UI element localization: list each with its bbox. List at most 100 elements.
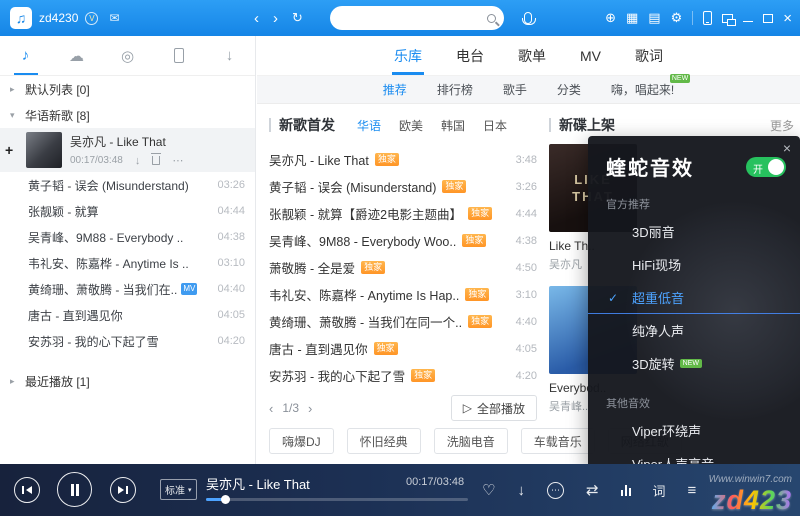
- genre-dj-button[interactable]: 嗨爆DJ: [269, 428, 334, 454]
- gift-icon[interactable]: ▤: [648, 10, 660, 26]
- list-item[interactable]: 吴青峰、9M88 - Everybody .. 04:38: [0, 224, 255, 250]
- tab-library[interactable]: 乐库: [394, 36, 422, 75]
- playlist-icon[interactable]: ≡: [688, 482, 697, 499]
- page-prev-icon[interactable]: ‹: [269, 401, 273, 416]
- effect-super-bass[interactable]: ✓ 超重低音: [588, 281, 800, 314]
- song-row[interactable]: 安苏羽 - 我的心下起了雪 独家 4:20: [269, 362, 537, 389]
- song-duration: 4:20: [510, 370, 537, 382]
- tab-device[interactable]: [153, 36, 204, 75]
- download-icon[interactable]: ↓: [517, 482, 525, 499]
- quality-selector[interactable]: 标准 ▾: [160, 479, 197, 500]
- username[interactable]: zd4230: [39, 11, 78, 25]
- list-item[interactable]: 韦礼安、陈嘉桦 - Anytime Is .. 03:10: [0, 250, 255, 276]
- playback-time: 00:17/03:48: [406, 476, 464, 488]
- tab-playlists[interactable]: 歌单: [518, 36, 546, 75]
- list-item[interactable]: 安苏羽 - 我的心下起了雪 04:20: [0, 328, 255, 354]
- subtab-category[interactable]: 分类: [557, 81, 581, 98]
- next-button[interactable]: [110, 477, 136, 503]
- phone-icon[interactable]: [703, 11, 712, 25]
- maximize-button[interactable]: [763, 14, 773, 23]
- filter-western[interactable]: 欧美: [399, 117, 423, 134]
- tab-local-music[interactable]: ♪: [0, 36, 51, 75]
- song-row[interactable]: 张靓颖 - 就算【爵迹2电影主题曲】 独家 4:44: [269, 200, 537, 227]
- search-icon[interactable]: [487, 14, 496, 23]
- play-pause-button[interactable]: [57, 472, 92, 507]
- tab-lyrics[interactable]: 歌词: [635, 36, 663, 75]
- subtab-sing[interactable]: 嗨，唱起来! NEW: [611, 81, 674, 98]
- effect-pure-vocal[interactable]: 纯净人声: [588, 314, 800, 347]
- add-icon[interactable]: ⊕: [605, 10, 616, 26]
- refresh-icon[interactable]: ↻: [292, 10, 303, 26]
- play-mode-icon[interactable]: ⇄: [586, 481, 599, 499]
- now-playing-row[interactable]: + 吴亦凡 - Like That 00:17/03:48 ↓ ⋯: [0, 128, 255, 172]
- song-row[interactable]: 萧敬腾 - 全是爱 独家 4:50: [269, 254, 537, 281]
- delete-icon[interactable]: [152, 156, 160, 165]
- app-logo-icon[interactable]: ♫: [10, 7, 32, 29]
- list-item[interactable]: 唐古 - 直到遇见你 04:05: [0, 302, 255, 328]
- more-icon[interactable]: ⋯: [547, 482, 564, 499]
- tab-download[interactable]: ↓: [204, 36, 255, 75]
- progress-knob[interactable]: [221, 495, 230, 504]
- filter-japanese[interactable]: 日本: [483, 117, 507, 134]
- effect-hifi-live[interactable]: HiFi现场: [588, 248, 800, 281]
- subtab-recommend[interactable]: 推荐: [383, 81, 407, 98]
- list-item[interactable]: 张靓颖 - 就算 04:44: [0, 198, 255, 224]
- more-label: 更多: [770, 117, 794, 134]
- genre-classic-button[interactable]: 怀旧经典: [347, 428, 421, 454]
- forward-icon[interactable]: ›: [273, 10, 278, 27]
- previous-button[interactable]: [14, 477, 40, 503]
- subtab-rank[interactable]: 排行榜: [437, 81, 473, 98]
- page-next-icon[interactable]: ›: [308, 401, 312, 416]
- section-chinese-new[interactable]: ▾ 华语新歌 [8]: [0, 102, 255, 128]
- viper-toggle[interactable]: 开: [746, 157, 786, 177]
- list-item[interactable]: 黄子韬 - 误会 (Misunderstand) 03:26: [0, 172, 255, 198]
- subtab-singer[interactable]: 歌手: [503, 81, 527, 98]
- next-bar: [126, 486, 128, 494]
- close-button[interactable]: ×: [783, 11, 792, 26]
- download-icon[interactable]: ↓: [135, 155, 141, 167]
- add-button[interactable]: +: [5, 142, 13, 158]
- new-songs-panel: 新歌首发 华语 欧美 韩国 日本 吴亦凡 - Like That 独家 3:48…: [269, 104, 537, 464]
- more-link[interactable]: 更多: [770, 117, 794, 134]
- tab-radio-station[interactable]: 电台: [456, 36, 484, 75]
- filter-chinese[interactable]: 华语: [357, 117, 381, 134]
- apps-grid-icon[interactable]: ▦: [626, 10, 638, 26]
- effect-viper-surround[interactable]: Viper环绕声: [588, 414, 800, 447]
- genre-electronic-button[interactable]: 洗脑电音: [434, 428, 508, 454]
- close-icon[interactable]: ×: [783, 140, 791, 156]
- list-item[interactable]: 黄绮珊、萧敬腾 - 当我们在.. MV 04:40: [0, 276, 255, 302]
- tab-cloud[interactable]: ☁: [51, 36, 102, 75]
- search-box[interactable]: [330, 6, 504, 30]
- progress-bar[interactable]: [206, 498, 468, 501]
- filter-korean[interactable]: 韩国: [441, 117, 465, 134]
- mv-badge[interactable]: MV: [181, 283, 197, 295]
- song-row[interactable]: 吴亦凡 - Like That 独家 3:48: [269, 146, 537, 173]
- search-input[interactable]: [342, 11, 487, 25]
- effect-3d-rotate[interactable]: 3D旋转 NEW: [588, 347, 800, 380]
- genre-car-button[interactable]: 车载音乐: [521, 428, 595, 454]
- message-icon[interactable]: ✉: [109, 11, 119, 25]
- tab-mv[interactable]: MV: [580, 36, 601, 75]
- minimize-button[interactable]: [743, 12, 753, 24]
- more-icon[interactable]: ⋯: [172, 154, 183, 167]
- song-title: 黄子韬 - 误会 (Misunderstand): [28, 177, 189, 194]
- song-row[interactable]: 唐古 - 直到遇见你 独家 4:05: [269, 335, 537, 362]
- lyrics-toggle[interactable]: 词: [653, 481, 666, 500]
- effect-3d-sound[interactable]: 3D丽音: [588, 215, 800, 248]
- back-icon[interactable]: ‹: [254, 10, 259, 27]
- settings-gear-icon[interactable]: ⚙: [671, 10, 683, 26]
- section-default-list[interactable]: ▸ 默认列表 [0]: [0, 76, 255, 102]
- mini-mode-icon[interactable]: [722, 14, 733, 23]
- vip-badge-icon[interactable]: V: [85, 12, 98, 25]
- play-all-button[interactable]: ▷ 全部播放: [451, 395, 537, 421]
- song-row[interactable]: 黄子韬 - 误会 (Misunderstand) 独家 3:26: [269, 173, 537, 200]
- favorite-icon[interactable]: ♡: [482, 481, 495, 499]
- song-row[interactable]: 韦礼安、陈嘉桦 - Anytime Is Hap.. 独家 3:10: [269, 281, 537, 308]
- microphone-icon[interactable]: [524, 12, 532, 24]
- song-row[interactable]: 吴青峰、9M88 - Everybody Woo.. 独家 4:38: [269, 227, 537, 254]
- section-recent[interactable]: ▸ 最近播放 [1]: [0, 368, 255, 394]
- tab-radio[interactable]: ◎: [102, 36, 153, 75]
- equalizer-icon[interactable]: [621, 484, 631, 496]
- prev-triangle: [26, 486, 32, 494]
- song-row[interactable]: 黄绮珊、萧敬腾 - 当我们在同一个.. 独家 4:40: [269, 308, 537, 335]
